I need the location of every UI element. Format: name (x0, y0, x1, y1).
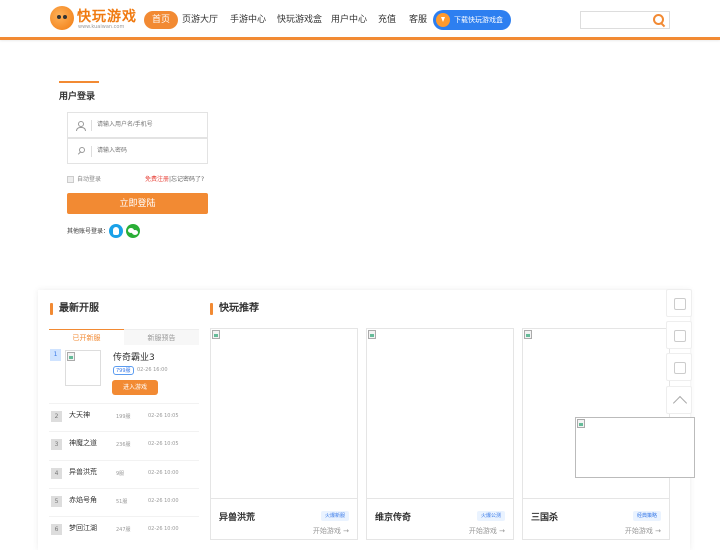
game-card[interactable]: 异兽洪荒 火爆新服 开始游戏 → (210, 328, 358, 540)
download-icon (436, 13, 450, 27)
broken-image-icon (577, 419, 585, 428)
tab-opened-servers[interactable]: 已开新服 (49, 329, 124, 345)
game-name[interactable]: 大天神 (69, 410, 105, 420)
forgot-password-link[interactable]: 忘记密码了? (171, 176, 204, 183)
server-number: 236服 (116, 442, 131, 448)
login-button[interactable]: 立即登陆 (67, 193, 208, 214)
game-name: 异兽洪荒 (219, 513, 256, 523)
nav-home[interactable]: 首页 (144, 11, 179, 29)
start-game-link[interactable]: 开始游戏 → (313, 526, 349, 536)
start-game-link[interactable]: 开始游戏 → (625, 526, 661, 536)
top-header: 快玩游戏 www.kuaiwan.com 首页 页游大厅 手游中心 快玩游戏盒 … (0, 0, 720, 40)
rank-number: 4 (51, 468, 62, 479)
server-badge: 799服 (113, 366, 134, 375)
username-input[interactable] (97, 117, 202, 133)
auto-login-checkbox[interactable] (67, 176, 74, 183)
side-toolbar-button[interactable] (666, 353, 692, 381)
field-divider (91, 146, 92, 157)
game-thumbnail[interactable] (65, 350, 101, 386)
floating-ad-image[interactable] (575, 417, 695, 478)
password-input[interactable] (97, 143, 202, 159)
login-title: 用户登录 (59, 81, 99, 102)
nav-game-box[interactable]: 快玩游戏盒 (277, 11, 322, 29)
username-field (67, 112, 208, 138)
rank-number: 1 (50, 349, 61, 361)
server-tabs: 已开新服 新服预告 (49, 329, 199, 345)
open-time: 02-26 10:05 (148, 413, 179, 419)
broken-image-icon (212, 330, 220, 339)
game-cover-image[interactable] (367, 329, 513, 499)
game-tag: 火爆新服 (320, 511, 349, 521)
nav-web-games[interactable]: 页游大厅 (182, 11, 218, 29)
field-divider (91, 120, 92, 131)
game-tag: 火爆公测 (476, 511, 505, 521)
rank-number: 6 (51, 524, 62, 535)
game-name: 维京传奇 (375, 513, 412, 523)
rank-number: 5 (51, 496, 62, 507)
site-logo[interactable]: 快玩游戏 www.kuaiwan.com (50, 6, 142, 32)
game-card[interactable]: 维京传奇 火爆公测 开始游戏 → (366, 328, 514, 540)
register-link[interactable]: 免费注册 (145, 176, 169, 183)
server-row[interactable]: 2 大天神 199服 02-26 10:05 (49, 403, 199, 431)
nav-recharge[interactable]: 充值 (378, 11, 396, 29)
server-row[interactable]: 5 赤焰号角 51服 02-26 10:00 (49, 488, 199, 516)
open-time: 02-26 16:00 (137, 367, 168, 373)
open-time: 02-26 10:00 (148, 470, 179, 476)
start-game-link[interactable]: 开始游戏 → (469, 526, 505, 536)
new-servers-title: 最新开服 (50, 302, 99, 316)
open-time: 02-26 10:00 (148, 526, 179, 532)
password-field (67, 138, 208, 164)
side-toolbar-button[interactable] (666, 289, 692, 317)
server-number: 9服 (116, 471, 125, 477)
nav-support[interactable]: 客服 (409, 11, 427, 29)
nav-user-center[interactable]: 用户中心 (331, 11, 367, 29)
broken-image-icon (67, 352, 75, 361)
key-icon (76, 147, 85, 156)
server-number: 199服 (116, 414, 131, 420)
user-icon (76, 121, 86, 131)
rank-number: 3 (51, 439, 62, 450)
tab-upcoming-servers[interactable]: 新服预告 (124, 329, 199, 345)
rank-number: 2 (51, 411, 62, 422)
nav-mobile-games[interactable]: 手游中心 (230, 11, 266, 29)
open-time: 02-26 10:05 (148, 441, 179, 447)
featured-game-name[interactable]: 传奇霸业3 (113, 350, 155, 363)
auto-login-label: 自动登录 (77, 176, 102, 183)
game-name: 三国杀 (531, 513, 559, 523)
open-time: 02-26 10:00 (148, 498, 179, 504)
broken-image-icon (368, 330, 376, 339)
mascot-icon (50, 6, 74, 30)
game-name[interactable]: 异兽洪荒 (69, 467, 105, 477)
server-number: 51服 (116, 499, 128, 505)
download-label: 下载快玩游戏盒 (454, 16, 503, 24)
server-row[interactable]: 4 异兽洪荒 9服 02-26 10:00 (49, 460, 199, 488)
broken-image-icon (524, 330, 532, 339)
wechat-login-icon[interactable] (126, 224, 140, 238)
enter-game-button[interactable]: 进入游戏 (112, 380, 158, 395)
other-login-label: 其他账号登录： (67, 228, 110, 235)
logo-text: 快玩游戏 (77, 9, 137, 25)
search-input[interactable] (583, 13, 651, 27)
game-tag: 经典策略 (632, 511, 661, 521)
game-name[interactable]: 梦回江湖 (69, 523, 105, 533)
recommend-title: 快玩推荐 (210, 302, 259, 316)
game-cover-image[interactable] (211, 329, 357, 499)
qq-login-icon[interactable] (109, 224, 123, 238)
game-name[interactable]: 赤焰号角 (69, 495, 105, 505)
server-row[interactable]: 3 神魔之道 236服 02-26 10:05 (49, 431, 199, 459)
download-box-button[interactable]: 下载快玩游戏盒 (433, 10, 511, 30)
server-number: 247服 (116, 527, 131, 533)
logo-url: www.kuaiwan.com (78, 24, 125, 30)
account-links: 免费注册|忘记密码了? (145, 175, 204, 184)
side-toolbar-button[interactable] (666, 321, 692, 349)
search-box (580, 11, 670, 29)
game-name[interactable]: 神魔之道 (69, 438, 105, 448)
back-to-top-icon[interactable] (666, 386, 692, 414)
search-icon[interactable] (653, 14, 665, 26)
